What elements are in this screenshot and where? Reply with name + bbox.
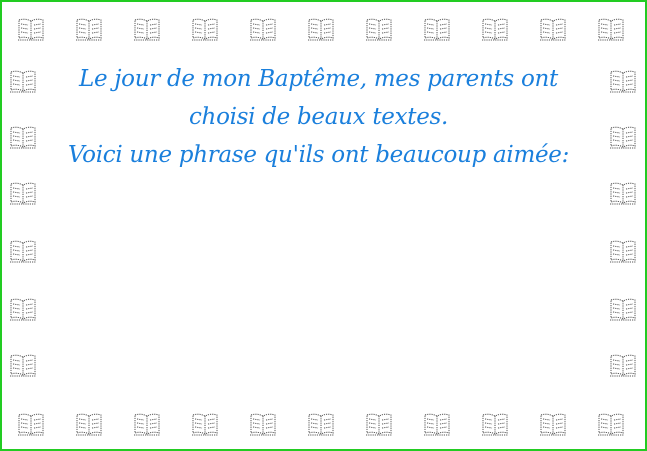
open-book-icon xyxy=(248,409,278,439)
open-book-icon xyxy=(306,14,336,44)
open-book-icon xyxy=(364,14,394,44)
invitation-card: Le jour de mon Baptême, mes parents ont … xyxy=(0,0,647,451)
open-book-icon xyxy=(190,409,220,439)
open-book-icon xyxy=(538,14,568,44)
open-book-icon xyxy=(74,14,104,44)
open-book-icon xyxy=(190,14,220,44)
open-book-icon xyxy=(608,236,638,266)
open-book-icon xyxy=(306,409,336,439)
text-line-2: choisi de beaux textes. xyxy=(188,104,449,130)
open-book-icon xyxy=(596,409,626,439)
open-book-icon xyxy=(422,14,452,44)
open-book-icon xyxy=(8,350,38,380)
open-book-icon xyxy=(480,409,510,439)
open-book-icon xyxy=(480,14,510,44)
open-book-icon xyxy=(8,294,38,324)
open-book-icon xyxy=(422,409,452,439)
text-line-3: Voici une phrase qu'ils ont beaucoup aim… xyxy=(67,142,570,168)
open-book-icon xyxy=(132,409,162,439)
text-line-1: Le jour de mon Baptême, mes parents ont xyxy=(79,66,558,92)
open-book-icon xyxy=(596,14,626,44)
open-book-icon xyxy=(8,178,38,208)
open-book-icon xyxy=(8,236,38,266)
open-book-icon xyxy=(608,294,638,324)
open-book-icon xyxy=(248,14,278,44)
open-book-icon xyxy=(16,409,46,439)
open-book-icon xyxy=(538,409,568,439)
open-book-icon xyxy=(364,409,394,439)
open-book-icon xyxy=(16,14,46,44)
open-book-icon xyxy=(74,409,104,439)
open-book-icon xyxy=(132,14,162,44)
open-book-icon xyxy=(608,350,638,380)
card-text: Le jour de mon Baptême, mes parents ont … xyxy=(32,60,605,174)
open-book-icon xyxy=(608,178,638,208)
open-book-icon xyxy=(608,66,638,96)
